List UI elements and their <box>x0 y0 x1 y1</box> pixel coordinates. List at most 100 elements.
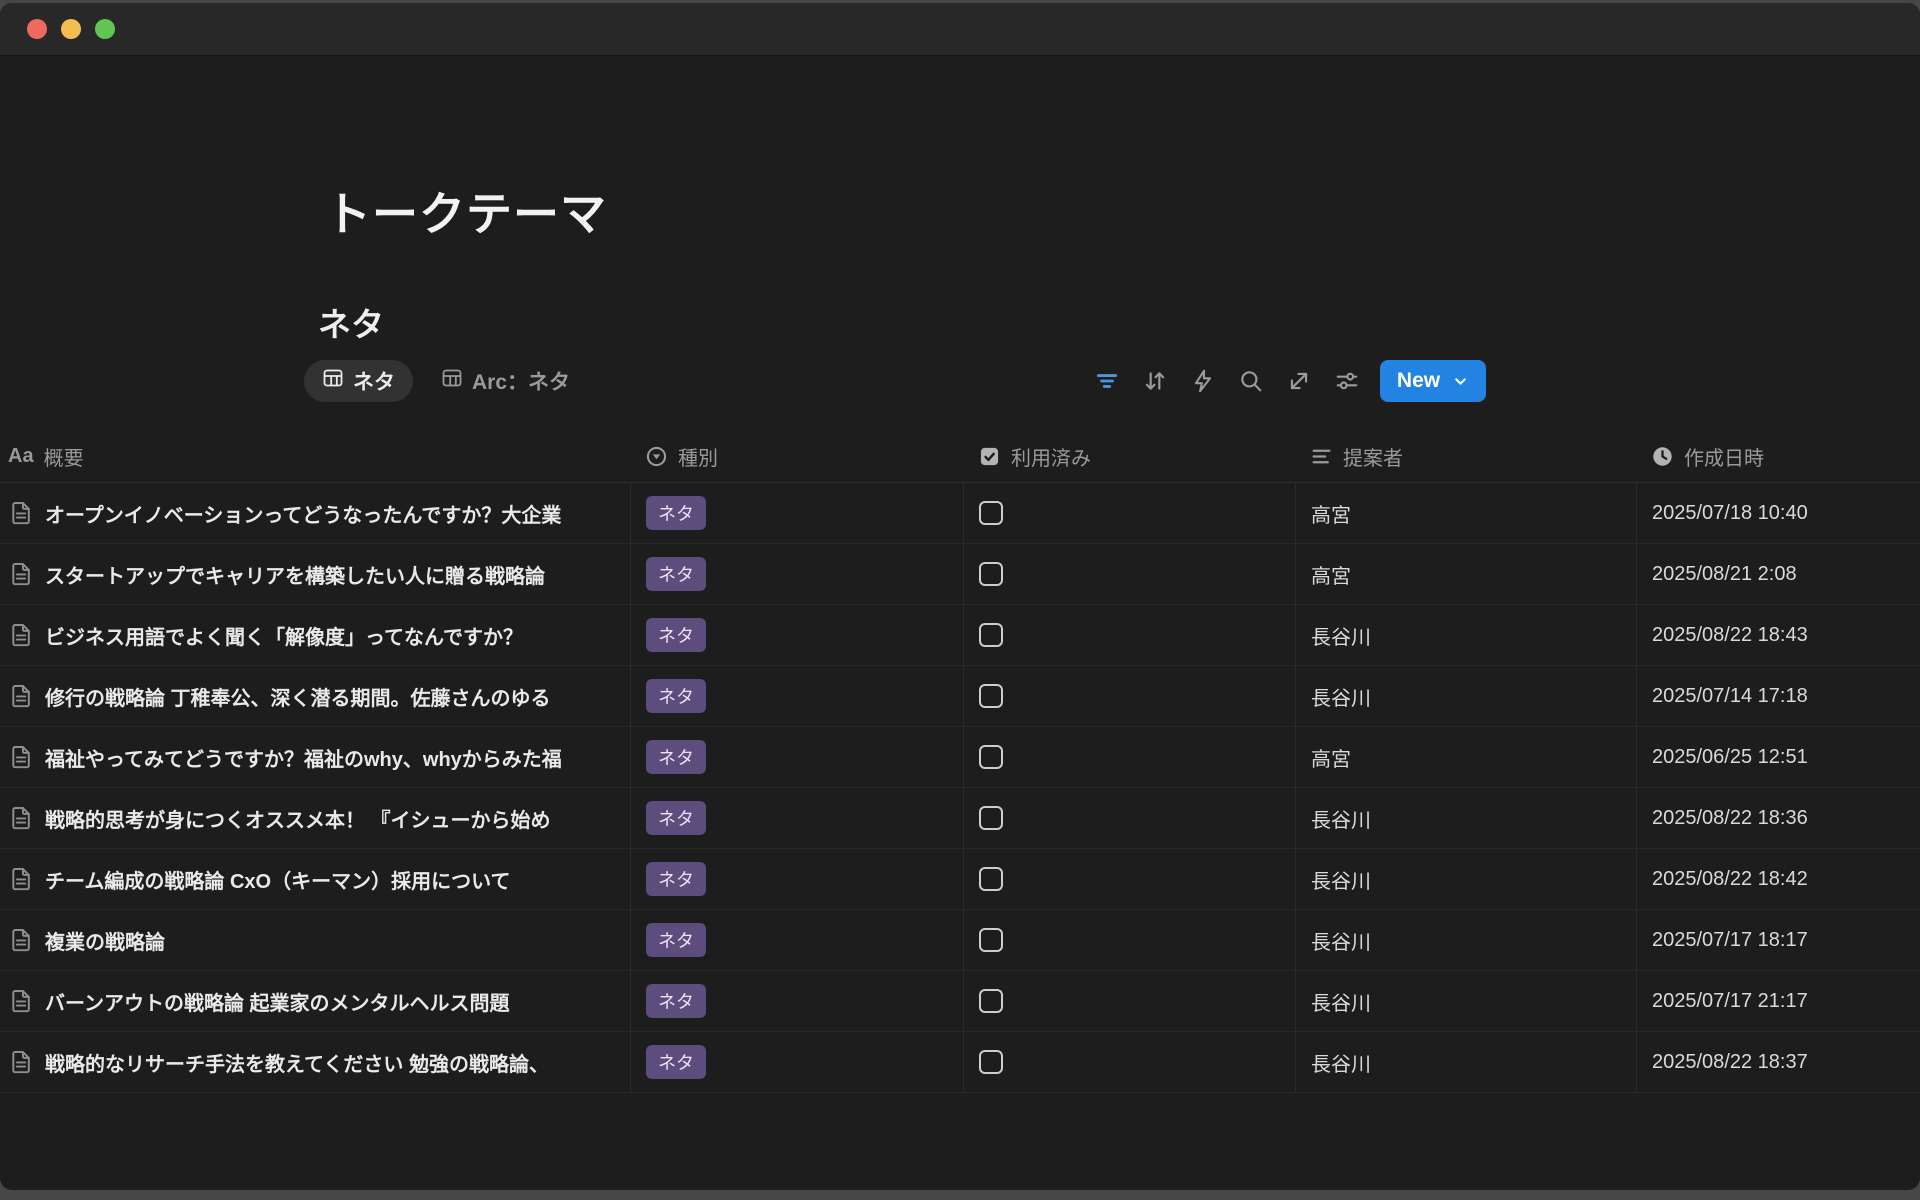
row-title[interactable]: 複業の戦略論 <box>45 926 165 955</box>
row-title[interactable]: オープンイノベーションってどうなったんですか？大企業 <box>45 499 561 528</box>
overview-cell[interactable]: 戦略的思考が身につくオススメ本！ 『イシューから始め <box>0 788 630 848</box>
used-checkbox-unchecked[interactable] <box>979 745 1003 769</box>
overview-cell[interactable]: 福祉やってみてどうですか？福祉のwhy、whyからみた福 <box>0 727 630 787</box>
column-header-overview[interactable]: Aa 概要 <box>0 431 630 482</box>
expand-icon[interactable] <box>1284 366 1314 396</box>
used-cell[interactable] <box>963 910 1295 970</box>
overview-cell[interactable]: チーム編成の戦略論 CxO（キーマン）採用について <box>0 849 630 909</box>
used-checkbox-unchecked[interactable] <box>979 501 1003 525</box>
maximize-button[interactable] <box>95 19 115 39</box>
type-cell[interactable]: ネタ <box>630 910 963 970</box>
row-title[interactable]: スタートアップでキャリアを構築したい人に贈る戦略論 <box>45 560 545 589</box>
view-tab-arc-neta[interactable]: Arc：ネタ <box>423 360 588 402</box>
used-checkbox-unchecked[interactable] <box>979 684 1003 708</box>
used-cell[interactable] <box>963 1032 1295 1092</box>
automation-icon[interactable] <box>1188 366 1218 396</box>
chevron-down-icon[interactable] <box>1452 373 1469 390</box>
table-row[interactable]: 修行の戦略論 丁稚奉公、深く潜る期間。佐藤さんのゆる ネタ 長谷川 2025/0… <box>0 666 1920 727</box>
overview-cell[interactable]: ビジネス用語でよく聞く「解像度」ってなんですか？ <box>0 605 630 665</box>
row-title[interactable]: チーム編成の戦略論 CxO（キーマン）採用について <box>45 865 510 894</box>
created-cell[interactable]: 2025/08/22 18:37 <box>1636 1032 1920 1092</box>
overview-cell[interactable]: スタートアップでキャリアを構築したい人に贈る戦略論 <box>0 544 630 604</box>
used-cell[interactable] <box>963 605 1295 665</box>
created-cell[interactable]: 2025/08/22 18:36 <box>1636 788 1920 848</box>
type-badge[interactable]: ネタ <box>646 557 706 591</box>
type-badge[interactable]: ネタ <box>646 923 706 957</box>
used-checkbox-unchecked[interactable] <box>979 867 1003 891</box>
type-badge[interactable]: ネタ <box>646 679 706 713</box>
proposer-cell[interactable]: 高宮 <box>1295 727 1636 787</box>
table-row[interactable]: 戦略的なリサーチ手法を教えてください 勉強の戦略論、 ネタ 長谷川 2025/0… <box>0 1032 1920 1093</box>
table-row[interactable]: ビジネス用語でよく聞く「解像度」ってなんですか？ ネタ 長谷川 2025/08/… <box>0 605 1920 666</box>
proposer-cell[interactable]: 長谷川 <box>1295 910 1636 970</box>
table-row[interactable]: チーム編成の戦略論 CxO（キーマン）採用について ネタ 長谷川 2025/08… <box>0 849 1920 910</box>
column-header-proposer[interactable]: 提案者 <box>1295 431 1636 482</box>
created-cell[interactable]: 2025/07/14 17:18 <box>1636 666 1920 726</box>
created-cell[interactable]: 2025/08/22 18:42 <box>1636 849 1920 909</box>
table-row[interactable]: 戦略的思考が身につくオススメ本！ 『イシューから始め ネタ 長谷川 2025/0… <box>0 788 1920 849</box>
proposer-cell[interactable]: 長谷川 <box>1295 605 1636 665</box>
created-cell[interactable]: 2025/07/17 21:17 <box>1636 971 1920 1031</box>
search-icon[interactable] <box>1236 366 1266 396</box>
type-cell[interactable]: ネタ <box>630 849 963 909</box>
type-cell[interactable]: ネタ <box>630 788 963 848</box>
sort-icon[interactable] <box>1140 366 1170 396</box>
row-title[interactable]: 福祉やってみてどうですか？福祉のwhy、whyからみた福 <box>45 743 562 772</box>
used-checkbox-unchecked[interactable] <box>979 928 1003 952</box>
type-badge[interactable]: ネタ <box>646 862 706 896</box>
proposer-cell[interactable]: 高宮 <box>1295 544 1636 604</box>
used-cell[interactable] <box>963 483 1295 543</box>
table-row[interactable]: バーンアウトの戦略論 起業家のメンタルヘルス問題 ネタ 長谷川 2025/07/… <box>0 971 1920 1032</box>
used-checkbox-unchecked[interactable] <box>979 989 1003 1013</box>
type-badge[interactable]: ネタ <box>646 984 706 1018</box>
view-tab-neta[interactable]: ネタ <box>304 360 413 402</box>
used-checkbox-unchecked[interactable] <box>979 1050 1003 1074</box>
proposer-cell[interactable]: 長谷川 <box>1295 971 1636 1031</box>
minimize-button[interactable] <box>61 19 81 39</box>
type-cell[interactable]: ネタ <box>630 727 963 787</box>
created-cell[interactable]: 2025/06/25 12:51 <box>1636 727 1920 787</box>
row-title[interactable]: 戦略的なリサーチ手法を教えてください 勉強の戦略論、 <box>45 1048 549 1077</box>
type-badge[interactable]: ネタ <box>646 801 706 835</box>
view-settings-icon[interactable] <box>1332 366 1362 396</box>
overview-cell[interactable]: バーンアウトの戦略論 起業家のメンタルヘルス問題 <box>0 971 630 1031</box>
overview-cell[interactable]: 戦略的なリサーチ手法を教えてください 勉強の戦略論、 <box>0 1032 630 1092</box>
column-header-created[interactable]: 作成日時 <box>1636 431 1920 482</box>
table-row[interactable]: スタートアップでキャリアを構築したい人に贈る戦略論 ネタ 高宮 2025/08/… <box>0 544 1920 605</box>
table-row[interactable]: 複業の戦略論 ネタ 長谷川 2025/07/17 18:17 <box>0 910 1920 971</box>
column-header-used[interactable]: 利用済み <box>963 431 1295 482</box>
used-checkbox-unchecked[interactable] <box>979 623 1003 647</box>
used-cell[interactable] <box>963 544 1295 604</box>
column-header-type[interactable]: 種別 <box>630 431 963 482</box>
used-cell[interactable] <box>963 788 1295 848</box>
proposer-cell[interactable]: 長谷川 <box>1295 849 1636 909</box>
used-cell[interactable] <box>963 727 1295 787</box>
used-checkbox-unchecked[interactable] <box>979 562 1003 586</box>
row-title[interactable]: ビジネス用語でよく聞く「解像度」ってなんですか？ <box>45 621 523 650</box>
created-cell[interactable]: 2025/08/21 2:08 <box>1636 544 1920 604</box>
proposer-cell[interactable]: 高宮 <box>1295 483 1636 543</box>
type-badge[interactable]: ネタ <box>646 496 706 530</box>
type-cell[interactable]: ネタ <box>630 483 963 543</box>
row-title[interactable]: 修行の戦略論 丁稚奉公、深く潜る期間。佐藤さんのゆる <box>45 682 551 711</box>
used-cell[interactable] <box>963 666 1295 726</box>
used-checkbox-unchecked[interactable] <box>979 806 1003 830</box>
overview-cell[interactable]: 修行の戦略論 丁稚奉公、深く潜る期間。佐藤さんのゆる <box>0 666 630 726</box>
close-button[interactable] <box>27 19 47 39</box>
used-cell[interactable] <box>963 849 1295 909</box>
created-cell[interactable]: 2025/07/17 18:17 <box>1636 910 1920 970</box>
type-badge[interactable]: ネタ <box>646 740 706 774</box>
type-badge[interactable]: ネタ <box>646 1045 706 1079</box>
type-cell[interactable]: ネタ <box>630 544 963 604</box>
overview-cell[interactable]: オープンイノベーションってどうなったんですか？大企業 <box>0 483 630 543</box>
overview-cell[interactable]: 複業の戦略論 <box>0 910 630 970</box>
proposer-cell[interactable]: 長谷川 <box>1295 788 1636 848</box>
type-cell[interactable]: ネタ <box>630 1032 963 1092</box>
filter-icon[interactable] <box>1092 366 1122 396</box>
type-badge[interactable]: ネタ <box>646 618 706 652</box>
type-cell[interactable]: ネタ <box>630 971 963 1031</box>
proposer-cell[interactable]: 長谷川 <box>1295 666 1636 726</box>
type-cell[interactable]: ネタ <box>630 666 963 726</box>
type-cell[interactable]: ネタ <box>630 605 963 665</box>
new-button[interactable]: New <box>1380 360 1486 402</box>
